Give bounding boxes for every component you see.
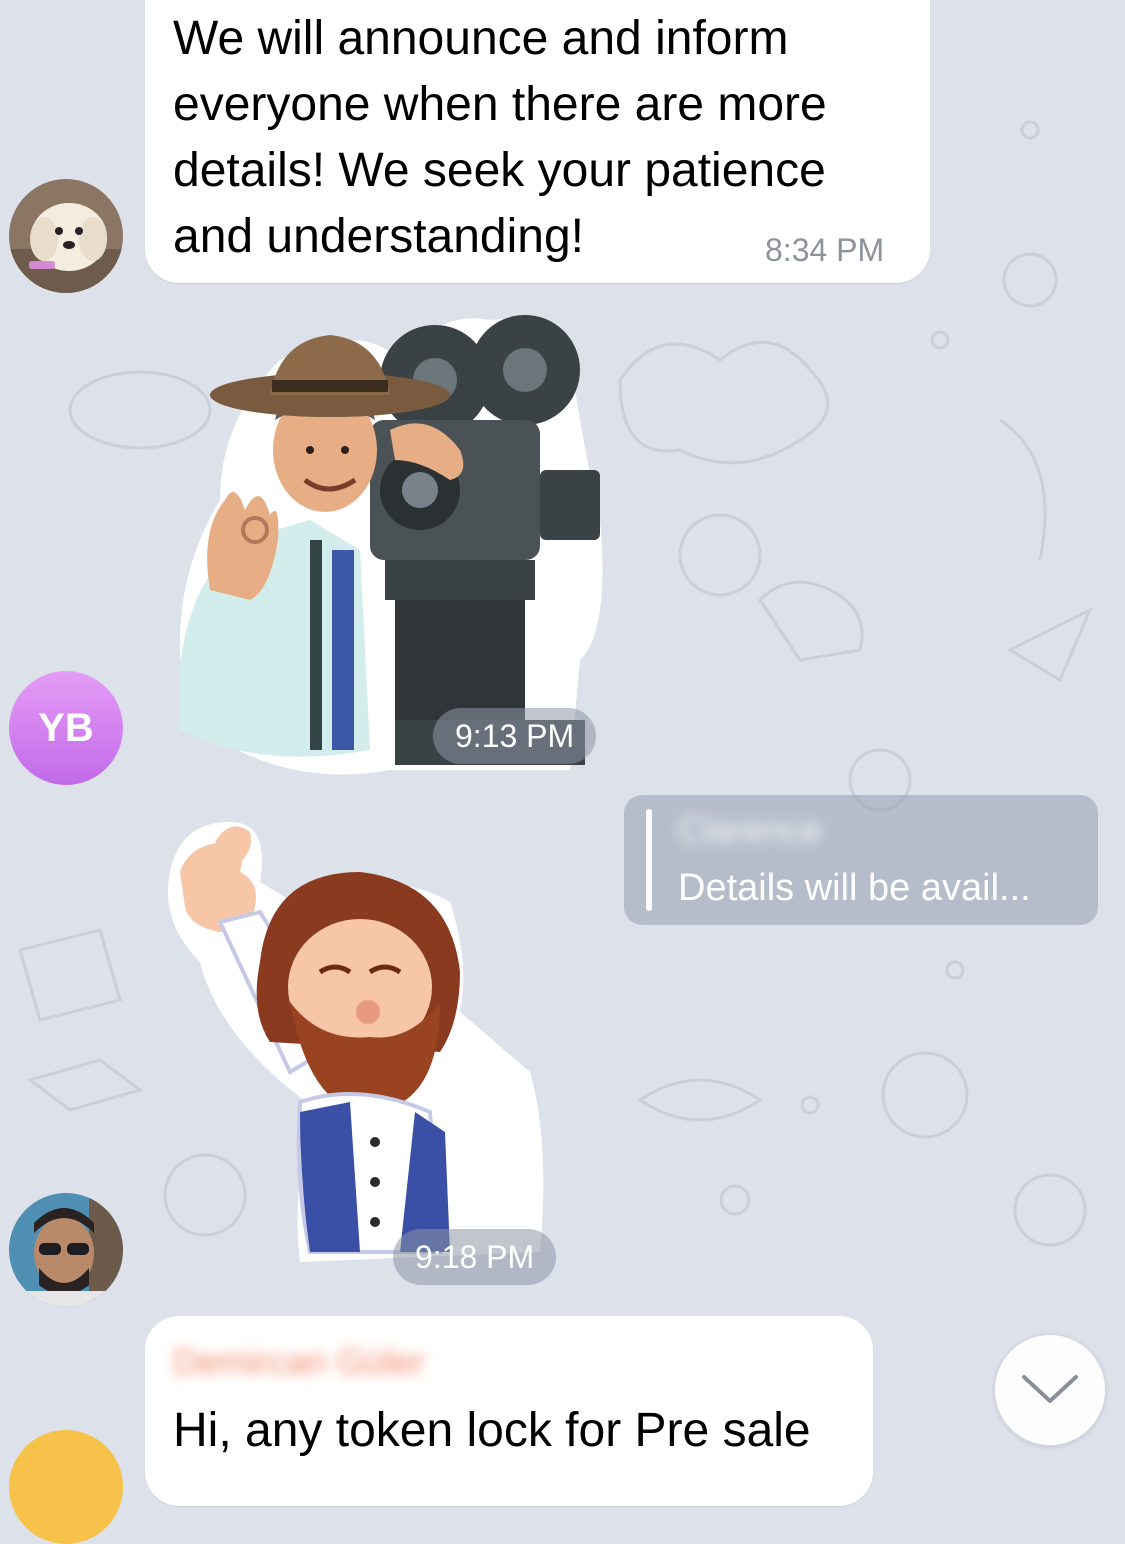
reply-author: Clarence bbox=[678, 809, 823, 850]
sender-avatar-man[interactable] bbox=[9, 1193, 123, 1307]
sticker-time-badge: 9:18 PM bbox=[393, 1229, 557, 1285]
message-time: 8:34 PM bbox=[765, 232, 885, 268]
sender-avatar-dog[interactable] bbox=[9, 179, 123, 293]
reply-indicator-bar bbox=[646, 809, 652, 911]
chevron-down-icon bbox=[1022, 1375, 1078, 1403]
message-text: Hi, any token lock for Pre sale bbox=[173, 1404, 811, 1457]
reply-snippet: Details will be avail... bbox=[678, 867, 1031, 909]
avatar-initials: YB bbox=[38, 705, 94, 750]
message-bubble[interactable]: We will announce and inform everyone whe… bbox=[145, 0, 930, 283]
sender-avatar-yb[interactable]: YB bbox=[9, 671, 123, 785]
scroll-to-bottom-button[interactable] bbox=[994, 1334, 1106, 1446]
reply-preview[interactable]: Clarence Details will be avail... bbox=[624, 795, 1098, 925]
message-text: We will announce and inform everyone whe… bbox=[173, 12, 827, 263]
sender-name[interactable]: Demircan Güler bbox=[173, 1340, 811, 1384]
sender-avatar-partial[interactable] bbox=[9, 1430, 123, 1544]
thumbs-up-bearded-man-sticker[interactable] bbox=[160, 812, 560, 1272]
message-bubble[interactable]: Demircan Güler Hi, any token lock for Pr… bbox=[145, 1316, 873, 1506]
sticker-time-badge: 9:13 PM bbox=[433, 708, 597, 764]
